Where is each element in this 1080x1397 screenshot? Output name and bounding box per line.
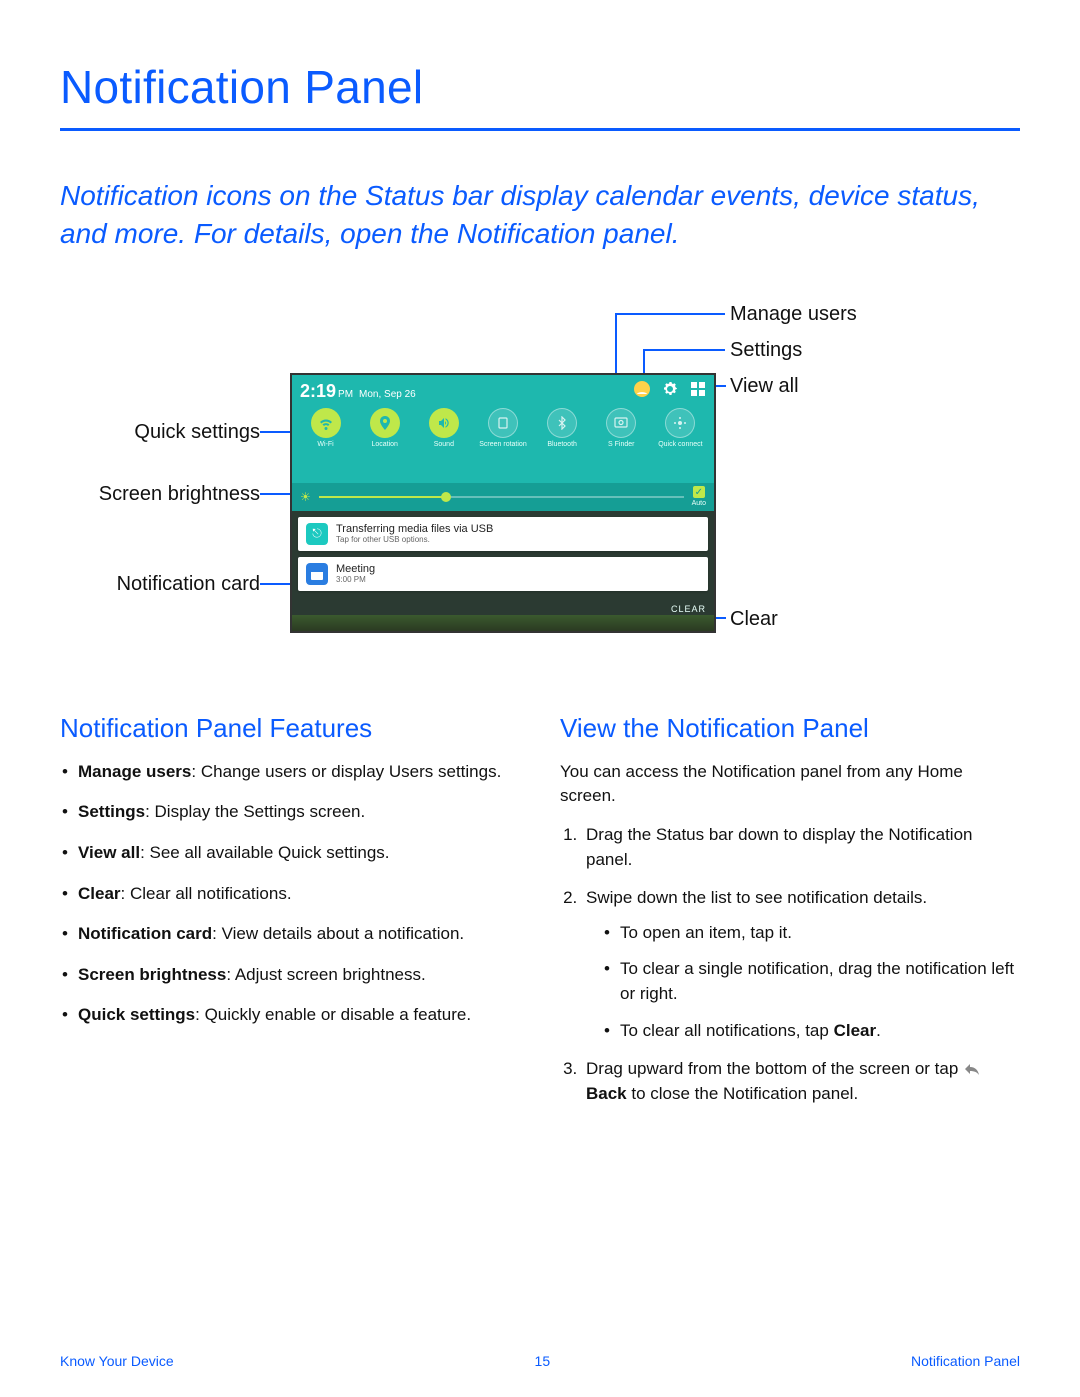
features-column: Notification Panel Features Manage users… xyxy=(60,713,520,1121)
diagram: Manage users Settings View all Clear Qui… xyxy=(60,303,1020,663)
notification-card-usb[interactable]: ⎋ Transferring media files via USB Tap f… xyxy=(298,517,708,551)
callout-notification-card: Notification card xyxy=(117,573,260,596)
callout-quick-settings: Quick settings xyxy=(134,421,260,444)
qs-location[interactable]: Location xyxy=(357,408,413,449)
brightness-row: ☀ ✓ Auto xyxy=(292,483,714,511)
qs-sound[interactable]: Sound xyxy=(416,408,472,449)
callout-clear: Clear xyxy=(730,608,778,631)
view-steps: Drag the Status bar down to display the … xyxy=(560,823,1020,1107)
qs-wifi[interactable]: Wi-Fi xyxy=(298,408,354,449)
callout-screen-brightness: Screen brightness xyxy=(99,483,260,506)
qs-quickconnect[interactable]: Quick connect xyxy=(652,408,708,449)
brightness-icon: ☀ xyxy=(300,490,311,504)
view-all-grid-icon[interactable] xyxy=(688,379,708,399)
clear-button[interactable]: CLEAR xyxy=(671,604,706,614)
brightness-slider[interactable] xyxy=(319,496,684,498)
qs-bluetooth[interactable]: Bluetooth xyxy=(534,408,590,449)
title-rule xyxy=(60,128,1020,131)
status-ampm: PM xyxy=(338,389,353,400)
qs-sfinder[interactable]: S Finder xyxy=(593,408,649,449)
sub-clear-single: To clear a single notification, drag the… xyxy=(602,957,1020,1006)
status-date: Mon, Sep 26 xyxy=(359,389,416,400)
callout-view-all: View all xyxy=(730,375,799,398)
step-1: Drag the Status bar down to display the … xyxy=(582,823,1020,872)
intro-text: Notification icons on the Status bar dis… xyxy=(60,177,1020,253)
status-time: 2:19 xyxy=(300,381,336,402)
view-column: View the Notification Panel You can acce… xyxy=(560,713,1020,1121)
settings-gear-icon[interactable] xyxy=(660,379,680,399)
notification-card-meeting[interactable]: Meeting 3:00 PM xyxy=(298,557,708,591)
qs-rotation[interactable]: Screen rotation xyxy=(475,408,531,449)
callout-settings: Settings xyxy=(730,339,802,362)
view-intro: You can access the Notification panel fr… xyxy=(560,760,1020,809)
footer-left: Know Your Device xyxy=(60,1353,174,1369)
sub-open: To open an item, tap it. xyxy=(602,921,1020,946)
view-heading: View the Notification Panel xyxy=(560,713,1020,744)
back-icon xyxy=(963,1059,981,1073)
footer-page-number: 15 xyxy=(535,1353,551,1369)
page-footer: Know Your Device 15 Notification Panel xyxy=(60,1353,1020,1369)
step-3: Drag upward from the bottom of the scree… xyxy=(582,1057,1020,1106)
step-2: Swipe down the list to see notification … xyxy=(582,886,1020,1043)
quick-settings-row: Wi-Fi Location Sound Screen rotation Blu… xyxy=(292,404,714,449)
manage-users-icon[interactable] xyxy=(632,379,652,399)
usb-icon: ⎋ xyxy=(306,523,328,545)
phone-mockup: 2:19 PM Mon, Sep 26 Wi-Fi xyxy=(290,373,716,633)
page-title: Notification Panel xyxy=(60,60,1020,114)
sub-clear-all: To clear all notifications, tap Clear. xyxy=(602,1019,1020,1044)
footer-right: Notification Panel xyxy=(911,1353,1020,1369)
features-list: Manage users: Change users or display Us… xyxy=(60,760,520,1028)
features-heading: Notification Panel Features xyxy=(60,713,520,744)
callout-manage-users: Manage users xyxy=(730,303,857,326)
calendar-icon xyxy=(306,563,328,585)
brightness-auto-toggle[interactable]: ✓ Auto xyxy=(692,486,706,507)
